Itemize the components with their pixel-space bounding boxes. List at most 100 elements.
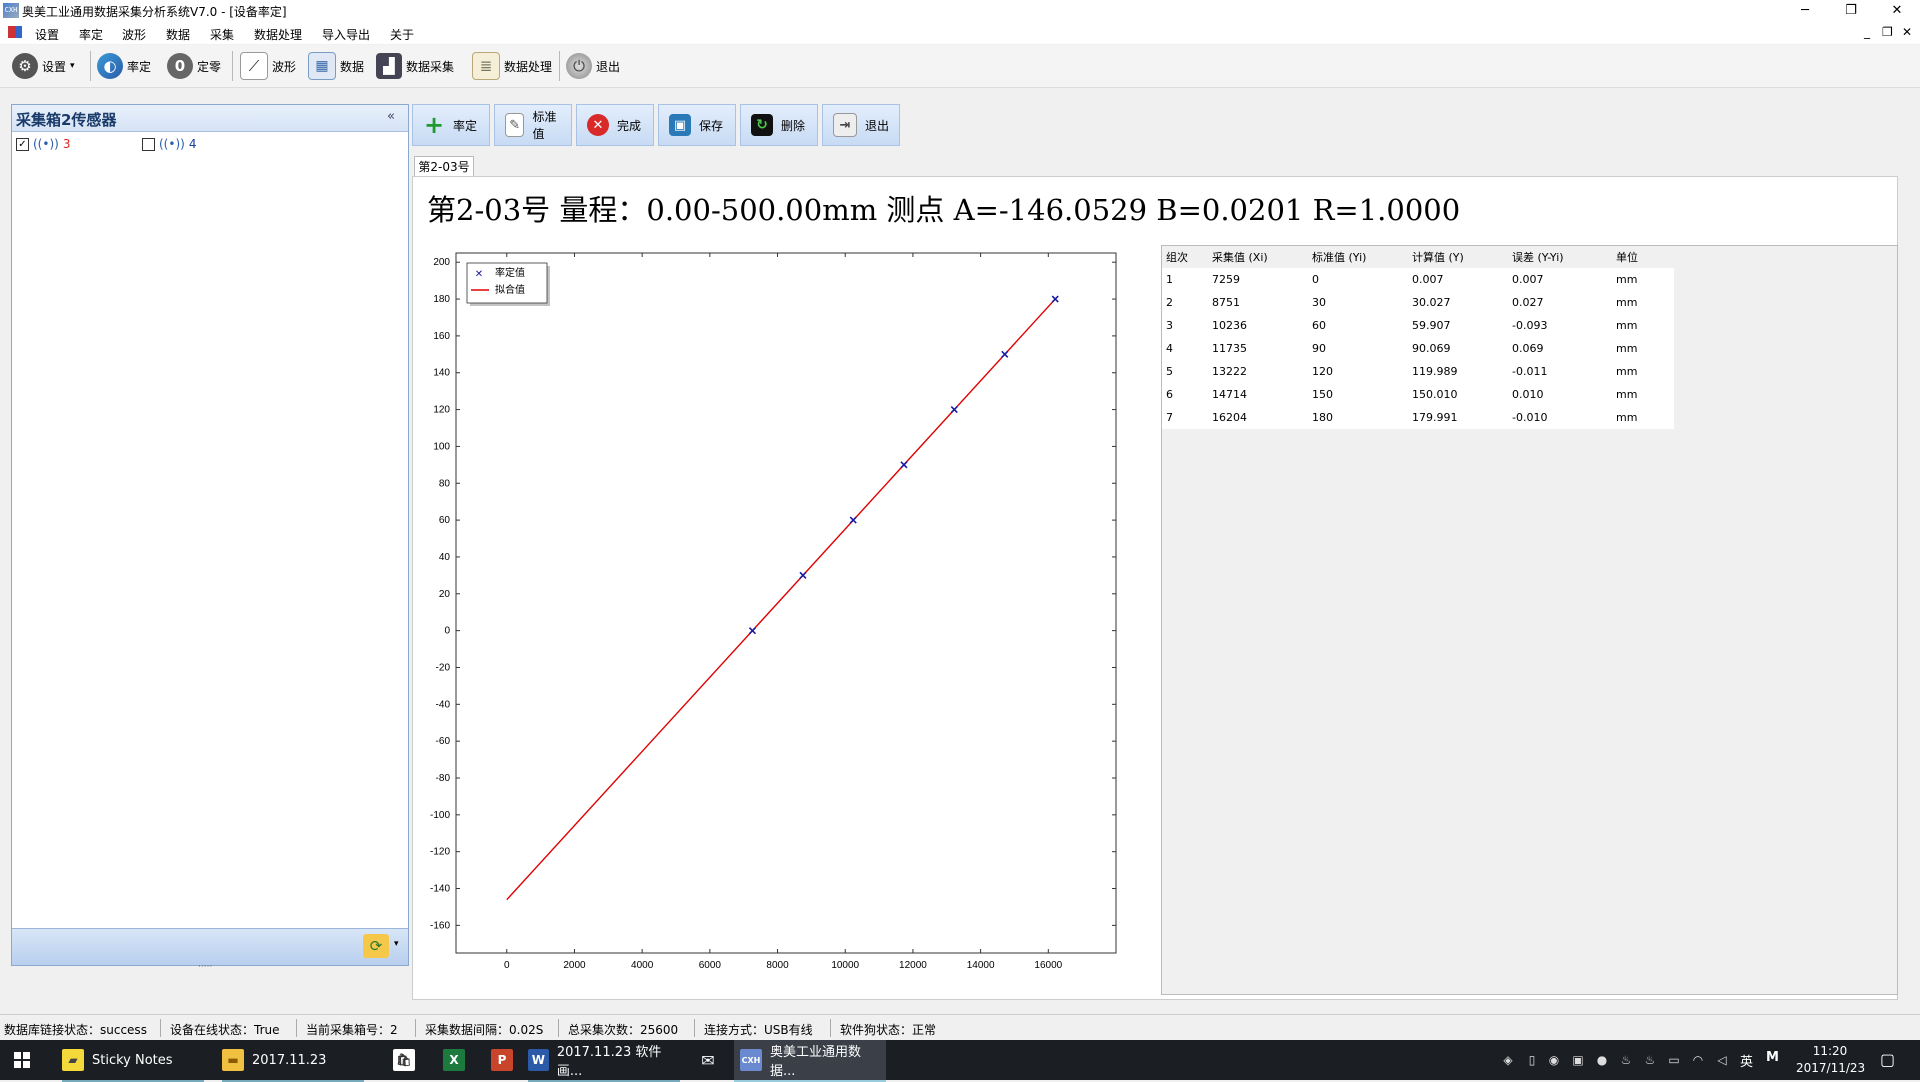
sensor-4-checkbox[interactable] — [142, 137, 155, 151]
table-row[interactable]: 1 7259 0 0.007 0.007 mm — [1162, 268, 1674, 291]
calibrate-icon: ◐ — [97, 53, 123, 79]
y-tick-label: 60 — [439, 515, 451, 526]
y-tick-label: 180 — [433, 294, 450, 305]
calibrate-button[interactable]: + 率定 — [412, 104, 490, 146]
taskbar-active-app[interactable]: CXH 奥美工业通用数据... — [734, 1040, 886, 1082]
signal-icon: ((•)) — [33, 137, 59, 151]
menu-waveform[interactable]: 波形 — [122, 26, 146, 43]
y-tick-label: -140 — [430, 884, 450, 895]
mdi-document-icon[interactable] — [8, 26, 22, 38]
app-logo-icon: CXH — [3, 3, 19, 18]
table-row[interactable]: 3 10236 60 59.907 -0.093 mm — [1162, 314, 1674, 337]
y-tick-label: -120 — [430, 847, 450, 858]
windows-start-icon[interactable] — [14, 1052, 30, 1068]
taskbar-word[interactable]: W 2017.11.23 软件画... — [528, 1040, 680, 1082]
y-tick-label: 80 — [439, 478, 451, 489]
sensor-panel-title: 采集箱2传感器 — [16, 111, 117, 129]
standard-value-button[interactable]: ✎ 标准值 — [494, 104, 572, 146]
status-bar: 数据库链接状态：success 设备在线状态：True 当前采集箱号：2 采集数… — [0, 1014, 1920, 1041]
taskbar-powerpoint[interactable]: P — [482, 1040, 522, 1080]
wifi-icon[interactable]: ◠ — [1690, 1052, 1706, 1068]
menu-calibrate[interactable]: 率定 — [79, 26, 103, 43]
col-header-acquired: 采集值 (Xi) — [1208, 246, 1308, 268]
toolbar-waveform-button[interactable]: ⟋ 波形 — [240, 52, 296, 80]
tray-app-icon[interactable]: ♨ — [1618, 1052, 1634, 1068]
cancel-circle-icon: ✕ — [587, 114, 609, 136]
mdi-restore-button[interactable]: ❐ — [1882, 25, 1893, 39]
taskbar-folder[interactable]: ▬ 2017.11.23 — [222, 1040, 364, 1082]
sensor-item-4[interactable]: ((•)) 4 — [142, 137, 196, 151]
clock-time[interactable]: 11:20 — [1796, 1044, 1864, 1058]
ime-mode-icon[interactable]: M — [1766, 1050, 1779, 1065]
collapse-button[interactable]: « — [387, 109, 395, 124]
toolbar-settings-button[interactable]: ⚙ 设置 ▾ — [12, 52, 75, 80]
menu-processing[interactable]: 数据处理 — [254, 26, 302, 43]
plot-area — [455, 252, 1117, 954]
toolbar-exit-button[interactable]: ⏻ 退出 — [566, 52, 620, 80]
toolbar-calibrate-button[interactable]: ◐ 率定 — [97, 52, 151, 80]
tab-sensor-2-03[interactable]: 第2-03号 — [414, 156, 474, 177]
minimize-button[interactable]: ─ — [1782, 0, 1828, 22]
network-app-icon[interactable]: ◉ — [1546, 1052, 1562, 1068]
volume-icon[interactable]: ◁ — [1714, 1052, 1730, 1068]
title-bar: CXH 奥美工业通用数据采集分析系统V7.0 - [设备率定] ─ ❐ ✕ — [0, 0, 1920, 22]
menu-about[interactable]: 关于 — [390, 26, 414, 43]
x-tick-label: 6000 — [699, 960, 722, 971]
toolbar-processing-button[interactable]: ≣ 数据处理 — [472, 52, 552, 80]
tray-app-icon[interactable]: ▣ — [1570, 1052, 1586, 1068]
main-toolbar: ⚙ 设置 ▾ ◐ 率定 0 定零 ⟋ 波形 ▦ 数据 ▟ 数据采集 ≣ 数据处理… — [0, 45, 1920, 88]
close-button[interactable]: ✕ — [1874, 0, 1920, 22]
notification-icon[interactable]: ▢ — [1880, 1050, 1895, 1069]
sensor-3-checkbox[interactable]: ✓ — [16, 137, 29, 151]
clock-date[interactable]: 2017/11/23 — [1796, 1061, 1865, 1075]
calibration-content: 第2-03号 量程：0.00-500.00mm 测点 A=-146.0529 B… — [412, 176, 1898, 1000]
mdi-close-button[interactable]: ✕ — [1902, 25, 1912, 39]
wechat-icon[interactable]: ● — [1594, 1052, 1610, 1068]
table-row[interactable]: 6 14714 150 150.010 0.010 mm — [1162, 383, 1674, 406]
table-row[interactable]: 7 16204 180 179.991 -0.010 mm — [1162, 406, 1674, 429]
menu-data[interactable]: 数据 — [166, 26, 190, 43]
battery-icon[interactable]: ▭ — [1666, 1052, 1682, 1068]
store-icon: 🛍 — [393, 1049, 415, 1071]
sensor-item-3[interactable]: ✓ ((•)) 3 — [16, 137, 70, 151]
table-row[interactable]: 2 8751 30 30.027 0.027 mm — [1162, 291, 1674, 314]
y-tick-label: 120 — [433, 405, 450, 416]
menu-import-export[interactable]: 导入导出 — [322, 26, 370, 43]
shield-icon[interactable]: ◈ — [1500, 1052, 1516, 1068]
toolbar-acquisition-button[interactable]: ▟ 数据采集 — [376, 52, 454, 80]
usb-icon[interactable]: ▯ — [1524, 1052, 1540, 1068]
taskbar-sticky-notes[interactable]: ▰ Sticky Notes — [62, 1040, 204, 1082]
taskbar-excel[interactable]: X — [434, 1040, 474, 1080]
table-row[interactable]: 4 11735 90 90.069 0.069 mm — [1162, 337, 1674, 360]
calibration-chart: 200180160140120100806040200-20-40-60-80-… — [430, 252, 1117, 971]
toolbar-separator — [232, 51, 233, 81]
dropdown-arrow-icon[interactable]: ▾ — [70, 61, 75, 71]
restore-button[interactable]: ❐ — [1828, 0, 1874, 22]
gear-icon: ⚙ — [12, 53, 38, 79]
taskbar-store[interactable]: 🛍 — [384, 1040, 424, 1080]
delete-button[interactable]: ↻ 删除 — [740, 104, 818, 146]
refresh-dropdown-icon[interactable]: ▾ — [394, 939, 399, 949]
menu-acquisition[interactable]: 采集 — [210, 26, 234, 43]
ime-indicator[interactable]: 英 — [1740, 1051, 1753, 1070]
menu-settings[interactable]: 设置 — [35, 26, 59, 43]
toolbar-zero-button[interactable]: 0 定零 — [167, 52, 221, 80]
calibration-data-table: 组次 采集值 (Xi) 标准值 (Yi) 计算值 (Y) 误差 (Y-Yi) 单… — [1162, 246, 1674, 429]
taskbar-mail[interactable]: ✉ — [688, 1040, 728, 1080]
toolbar-data-button[interactable]: ▦ 数据 — [308, 52, 364, 80]
edit-document-icon: ✎ — [505, 113, 525, 137]
finish-button[interactable]: ✕ 完成 — [576, 104, 654, 146]
mdi-minimize-button[interactable]: _ — [1864, 25, 1870, 39]
save-button[interactable]: ▣ 保存 — [658, 104, 736, 146]
waveform-icon: ⟋ — [240, 52, 268, 80]
sensor-panel-footer: ⟳ ▾ — [12, 928, 408, 965]
table-header-row: 组次 采集值 (Xi) 标准值 (Yi) 计算值 (Y) 误差 (Y-Yi) 单… — [1162, 246, 1674, 268]
y-tick-label: -80 — [436, 773, 451, 784]
exit-button[interactable]: ⇥ 退出 — [822, 104, 900, 146]
chart-legend: ✕ 率定值 拟合值 — [466, 262, 550, 306]
legend-label-calibrated: 率定值 — [495, 266, 525, 279]
refresh-icon[interactable]: ⟳ — [363, 934, 389, 958]
table-row[interactable]: 5 13222 120 119.989 -0.011 mm — [1162, 360, 1674, 383]
tray-app-icon[interactable]: ♨ — [1642, 1052, 1658, 1068]
word-icon: W — [528, 1049, 549, 1071]
